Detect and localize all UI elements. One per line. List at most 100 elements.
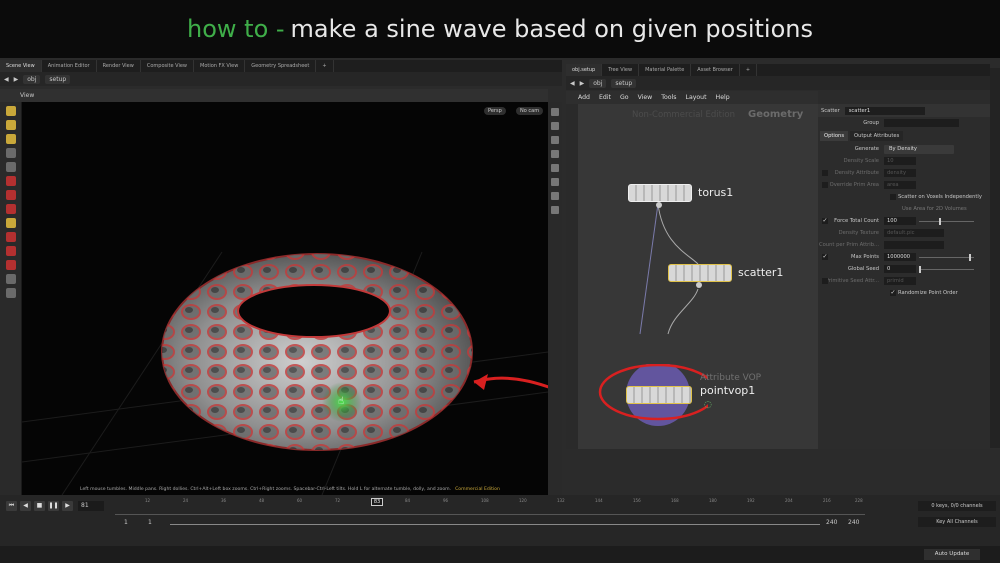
sculpt-icon[interactable] (6, 260, 16, 270)
display-option-icon-6[interactable] (551, 178, 559, 186)
add-tab-icon-right[interactable]: + (740, 64, 758, 76)
node-name-field[interactable]: scatter1 (844, 106, 925, 115)
path-obj[interactable]: obj (23, 74, 41, 84)
count-per-prim-field[interactable] (884, 241, 944, 249)
max-points-field[interactable]: 1000000 (884, 253, 916, 261)
current-frame-field[interactable]: 81 (78, 501, 104, 511)
menu-add[interactable]: Add (578, 94, 590, 101)
snap-icon[interactable] (6, 176, 16, 186)
back-icon[interactable]: ◀ (4, 76, 9, 83)
global-seed-field[interactable]: 0 (884, 265, 916, 273)
tab-tree-view[interactable]: Tree View (602, 64, 640, 76)
rotate-tool-icon[interactable] (6, 134, 16, 144)
density-attr-checkbox[interactable] (822, 170, 828, 176)
display-flag-icon[interactable]: ◌ (704, 400, 712, 410)
display-option-icon-3[interactable] (551, 136, 559, 144)
auto-update-button[interactable]: Auto Update (924, 549, 980, 560)
density-texture-field[interactable]: default.pic (884, 229, 944, 237)
force-total-checkbox[interactable]: ✓ (822, 218, 828, 224)
back-icon-right[interactable]: ◀ (570, 80, 575, 87)
tab-network-setup[interactable]: obj.setup (566, 64, 603, 76)
play-icon[interactable]: ▶ (62, 501, 73, 511)
timeline-ruler[interactable]: 12 24 36 48 60 72 84 96 108 120 132 144 … (115, 497, 865, 515)
scatter-node[interactable] (668, 264, 732, 282)
tab-motion-fx-view[interactable]: Motion FX View (194, 60, 246, 72)
tab-asset-browser[interactable]: Asset Browser (691, 64, 740, 76)
menu-help[interactable]: Help (716, 94, 730, 101)
timeline-cursor[interactable]: 83 (371, 498, 383, 506)
network-editor[interactable]: Non-Commercial Edition Geometry torus1 s… (578, 104, 818, 449)
display-option-icon-7[interactable] (551, 192, 559, 200)
select-tool-icon[interactable] (6, 106, 16, 116)
torus-mesh[interactable] (161, 253, 473, 451)
range-slider[interactable] (170, 524, 820, 525)
range-start-2[interactable]: 1 (148, 519, 152, 526)
display-option-icon-5[interactable] (551, 164, 559, 172)
paint-icon[interactable] (6, 246, 16, 256)
scatter-voxels-checkbox[interactable] (890, 194, 896, 200)
torus-node[interactable] (628, 184, 692, 202)
range-end[interactable]: 240 (826, 519, 837, 526)
display-option-icon-8[interactable] (551, 206, 559, 214)
density-scale-field[interactable]: 10 (884, 157, 916, 165)
global-seed-slider[interactable] (919, 265, 974, 273)
prim-seed-field[interactable]: primid (884, 277, 916, 285)
pose-icon[interactable] (6, 190, 16, 200)
override-prim-field[interactable]: area (884, 181, 916, 189)
tab-geometry-spreadsheet[interactable]: Geometry Spreadsheet (245, 60, 317, 72)
scatter-output-dot[interactable] (696, 282, 702, 288)
force-total-field[interactable]: 100 (884, 217, 916, 225)
prim-seed-checkbox[interactable] (822, 278, 828, 284)
generate-dropdown[interactable]: By Density (884, 144, 954, 154)
path-obj-right[interactable]: obj (589, 78, 607, 88)
tab-output-attributes[interactable]: Output Attributes (850, 131, 904, 141)
max-points-slider[interactable] (919, 253, 974, 261)
stop-icon[interactable]: ■ (34, 501, 45, 511)
randomize-checkbox[interactable]: ✓ (890, 290, 896, 296)
override-prim-checkbox[interactable] (822, 182, 828, 188)
menu-edit[interactable]: Edit (599, 94, 611, 101)
camera-icon[interactable] (6, 288, 16, 298)
max-points-checkbox[interactable]: ✓ (822, 254, 828, 260)
persp-menu[interactable]: Persp (484, 107, 506, 115)
torus-output-dot[interactable] (656, 202, 662, 208)
tab-animation-editor[interactable]: Animation Editor (42, 60, 97, 72)
handle-icon[interactable] (6, 204, 16, 214)
viewport-label[interactable]: View (20, 92, 34, 99)
forward-icon[interactable]: ▶ (14, 76, 19, 83)
tab-material-palette[interactable]: Material Palette (639, 64, 692, 76)
forward-icon-right[interactable]: ▶ (580, 80, 585, 87)
jump-start-icon[interactable]: ⏮ (6, 501, 17, 511)
density-attr-field[interactable]: density (884, 169, 916, 177)
move-tool-icon[interactable] (6, 120, 16, 130)
tab-scene-view[interactable]: Scene View (0, 60, 42, 72)
display-option-icon-4[interactable] (551, 150, 559, 158)
light-icon[interactable] (6, 218, 16, 228)
menu-view[interactable]: View (638, 94, 653, 101)
pointvop-node[interactable] (626, 386, 692, 404)
magnet-icon[interactable] (6, 232, 16, 242)
key-channels-dropdown[interactable]: Key All Channels (918, 517, 996, 527)
display-option-icon-1[interactable] (551, 108, 559, 116)
menu-tools[interactable]: Tools (661, 94, 676, 101)
tab-options[interactable]: Options (820, 131, 849, 141)
path-setup-right[interactable]: setup (611, 78, 637, 88)
menu-go[interactable]: Go (620, 94, 629, 101)
lock-icon[interactable] (6, 162, 16, 172)
play-reverse-icon[interactable]: ◀ (20, 501, 31, 511)
path-setup[interactable]: setup (45, 74, 71, 84)
range-start[interactable]: 1 (124, 519, 128, 526)
force-total-slider[interactable] (919, 217, 974, 225)
pointer-icon[interactable] (6, 148, 16, 158)
display-option-icon-2[interactable] (551, 122, 559, 130)
group-field[interactable] (884, 119, 959, 127)
range-end-2[interactable]: 240 (848, 519, 859, 526)
tab-composite-view[interactable]: Composite View (141, 60, 194, 72)
menu-layout[interactable]: Layout (686, 94, 707, 101)
camera-menu[interactable]: No cam (516, 107, 544, 115)
tab-render-view[interactable]: Render View (97, 60, 141, 72)
add-tab-icon[interactable]: + (316, 60, 334, 72)
display-icon[interactable] (6, 274, 16, 284)
pause-icon[interactable]: ❚❚ (48, 501, 59, 511)
scene-viewport[interactable]: ☝ Persp No cam Left mouse tumbles. Middl… (22, 102, 548, 495)
